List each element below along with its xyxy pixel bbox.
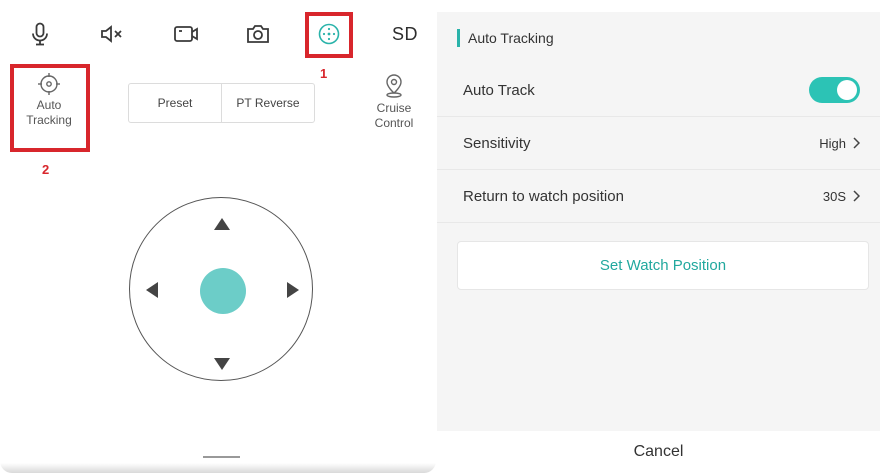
auto-tracking-label-line1: Auto [36,98,62,112]
cruise-label-line1: Cruise [376,101,412,115]
preset-button[interactable]: Preset [129,84,221,122]
set-watch-position-button[interactable]: Set Watch Position [457,241,869,290]
auto-track-toggle[interactable] [809,77,860,103]
snapshot-button[interactable] [240,18,276,50]
pan-down-arrow-icon[interactable] [214,358,230,370]
mute-button[interactable] [95,18,131,50]
cruise-control-button[interactable]: Cruise Control [366,73,422,131]
joystick-center-button[interactable] [200,268,246,314]
auto-track-row: Auto Track [437,64,880,117]
camera-control-panel: SD 1 Auto Tracking 2 Preset PT Reverse C… [0,0,436,473]
pan-right-arrow-icon[interactable] [287,282,299,298]
microphone-icon [32,22,48,46]
ptz-control-icon [318,23,340,45]
sensitivity-label: Sensitivity [463,134,531,152]
pan-left-arrow-icon[interactable] [146,282,158,298]
auto-tracking-sheet: Auto Tracking Auto Track Sensitivity Hig… [437,12,880,473]
target-icon [38,73,60,95]
step-number-1: 1 [320,66,328,81]
home-indicator [203,456,240,458]
record-button[interactable] [168,18,204,50]
cruise-label-line2: Control [374,116,414,130]
auto-track-label: Auto Track [463,81,535,99]
sheet-title: Auto Tracking [468,30,554,46]
cancel-button[interactable]: Cancel [437,431,880,473]
camera-icon [247,25,269,43]
sd-label: SD [391,23,418,44]
ptz-joystick [129,197,313,381]
sensitivity-row[interactable]: Sensitivity High [437,117,880,170]
return-position-label: Return to watch position [463,187,624,205]
pan-up-arrow-icon[interactable] [214,218,230,230]
location-pin-icon [386,74,402,98]
toggle-knob [837,80,857,100]
speaker-muted-icon [101,25,122,43]
chevron-right-icon [853,190,860,202]
pt-reverse-button[interactable]: PT Reverse [221,84,314,122]
chevron-right-icon [853,137,860,149]
sheet-header: Auto Tracking [437,12,880,64]
sensitivity-value: High [819,135,846,151]
preset-reverse-group: Preset PT Reverse [128,83,315,123]
sd-button[interactable]: SD [385,18,425,50]
return-position-row[interactable]: Return to watch position 30S [437,170,880,223]
ptz-button[interactable] [311,18,347,50]
microphone-button[interactable] [22,18,58,50]
return-value-group: 30S [823,189,860,204]
auto-tracking-button[interactable]: Auto Tracking [18,72,80,128]
auto-tracking-label-line2: Tracking [26,113,72,127]
header-accent-bar [457,29,460,47]
video-camera-icon [174,26,198,42]
return-position-value: 30S [822,188,846,204]
sensitivity-value-group: High [819,136,860,151]
step-number-2: 2 [42,162,50,177]
